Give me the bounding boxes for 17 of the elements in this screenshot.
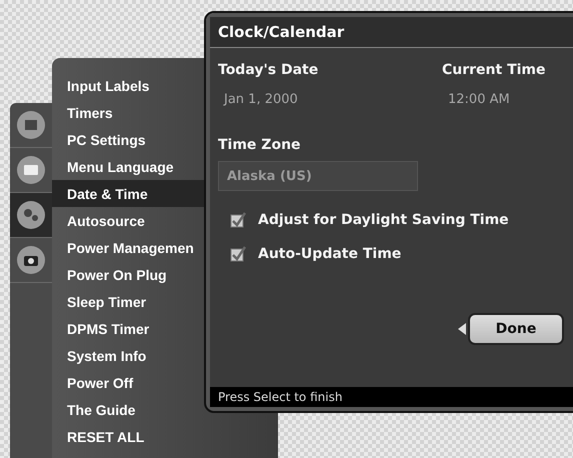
dialog-title: Clock/Calendar [210,17,573,48]
status-bar: Press Select to finish [210,387,573,407]
tv-icon [16,155,46,185]
side-tab[interactable] [10,193,52,238]
date-value: Jan 1, 2000 [222,92,299,107]
time-zone-label: Time Zone [218,137,302,153]
checkbox[interactable] [230,212,246,228]
done-button[interactable]: Done [468,313,564,345]
option-label: Auto-Update Time [258,246,402,262]
menu-item[interactable]: RESET ALL [52,423,217,450]
time-label: Current Time [442,62,547,78]
checkbox[interactable] [230,246,246,262]
left-arrow-icon [458,323,466,335]
camera-icon [16,245,46,275]
option-label: Adjust for Daylight Saving Time [258,212,509,228]
date-label: Today's Date [218,62,320,78]
time-value: 12:00 AM [447,92,511,107]
